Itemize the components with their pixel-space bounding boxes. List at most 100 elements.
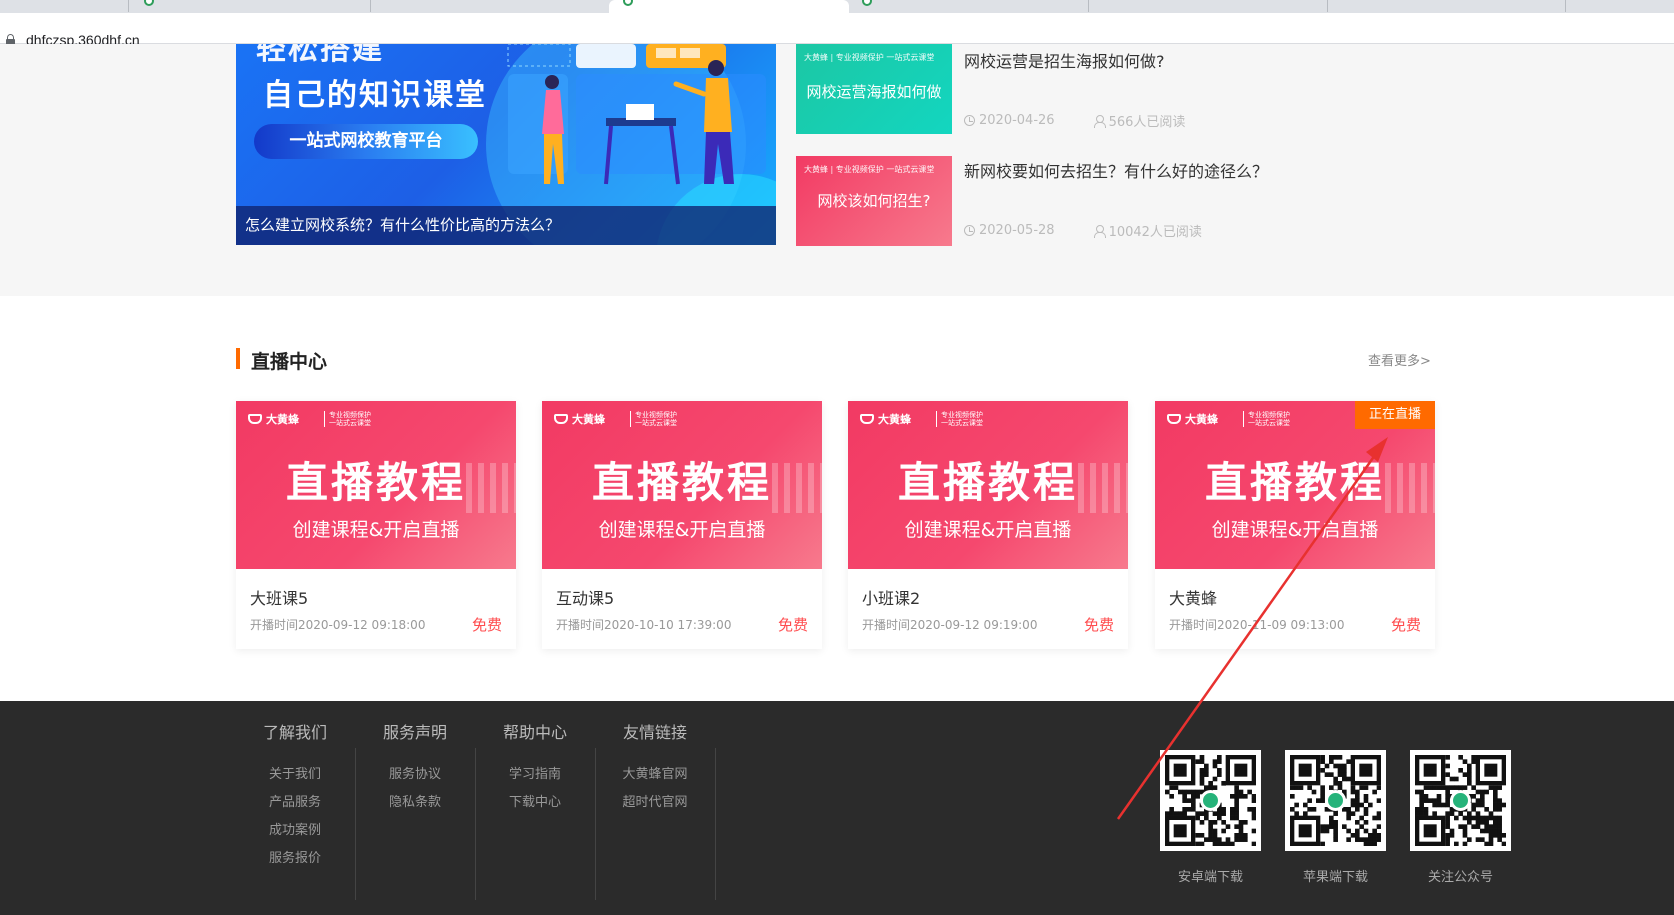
footer-column-service: 服务声明 服务协议 隐私条款 xyxy=(355,720,475,821)
footer-link[interactable]: 学习指南 xyxy=(475,765,595,793)
tab-divider xyxy=(1327,0,1328,12)
news-date: 2020-04-26 xyxy=(979,113,1055,128)
footer-link[interactable]: 关于我们 xyxy=(235,765,355,793)
browser-tab-active[interactable] xyxy=(609,0,849,13)
footer-column-friends: 友情链接 大黄蜂官网 超时代官网 xyxy=(595,720,715,821)
tab-favicon-icon[interactable] xyxy=(144,0,154,6)
footer-link[interactable]: 隐私条款 xyxy=(355,793,475,821)
cover-brand-sub: 专业视频保护 一站式云课堂 xyxy=(630,411,677,427)
tab-divider xyxy=(1088,0,1089,12)
footer-link[interactable]: 下载中心 xyxy=(475,793,595,821)
news-meta: 2020-05-28 10042人已阅读 xyxy=(964,221,1202,240)
qr-label: 关注公众号 xyxy=(1427,870,1493,885)
tab-favicon-icon xyxy=(623,0,633,6)
course-card[interactable]: 大黄蜂 专业视频保护 一站式云课堂 直播教程 创建课程&开启直播 小班课2 开播… xyxy=(848,401,1128,649)
tab-divider xyxy=(128,0,129,12)
qr-code-wechat xyxy=(1410,750,1511,851)
wechat-account-icon xyxy=(1450,790,1471,811)
course-name[interactable]: 小班课2 xyxy=(862,585,920,609)
course-price: 免费 xyxy=(777,616,808,634)
footer-column-heading: 服务声明 xyxy=(382,723,447,742)
thumbnail-title: 网校运营海报如何做 xyxy=(806,83,942,101)
course-name[interactable]: 大班课5 xyxy=(250,585,308,609)
course-price: 免费 xyxy=(471,616,502,634)
graduation-cap-icon xyxy=(860,414,874,424)
banner-illustration xyxy=(507,44,766,185)
course-cover[interactable]: 大黄蜂 专业视频保护 一站式云课堂 直播教程 创建课程&开启直播 xyxy=(542,401,822,569)
banner-caption[interactable]: 怎么建立网校系统？有什么性价比高的方法么？ xyxy=(245,214,560,235)
section-accent-bar xyxy=(236,348,240,369)
cover-brand: 大黄蜂 xyxy=(860,411,911,427)
tab-divider xyxy=(1565,0,1566,12)
thumbnail-title: 网校该如何招生? xyxy=(817,192,931,210)
user-icon xyxy=(1093,224,1106,238)
cover-title: 直播教程 xyxy=(285,458,466,507)
course-name[interactable]: 互动课5 xyxy=(556,585,614,609)
course-cover[interactable]: 大黄蜂 专业视频保护 一站式云课堂 直播教程 创建课程&开启直播 xyxy=(236,401,516,569)
cover-brand: 大黄蜂 xyxy=(1167,411,1218,427)
cover-subtitle: 创建课程&开启直播 xyxy=(904,519,1072,541)
banner-headline-top: 轻松搭建 xyxy=(256,44,384,67)
news-reads: 566人已阅读 xyxy=(1108,115,1186,130)
cover-brand-sub: 专业视频保护 一站式云课堂 xyxy=(1243,411,1290,427)
cover-title: 直播教程 xyxy=(1204,458,1385,507)
course-cover[interactable]: 大黄蜂 专业视频保护 一站式云课堂 直播教程 创建课程&开启直播 xyxy=(848,401,1128,569)
section-title: 直播中心 xyxy=(251,351,328,373)
address-bar[interactable]: dhfczsp.360dhf.cn xyxy=(0,13,1674,48)
cover-subtitle: 创建课程&开启直播 xyxy=(598,519,766,541)
course-time: 开播时间2020-09-12 09:19:00 xyxy=(862,618,1038,632)
live-now-badge: 正在直播 xyxy=(1355,401,1435,429)
banner-pill: 一站式网校教育平台 xyxy=(254,124,478,159)
footer-link[interactable]: 服务报价 xyxy=(235,849,355,877)
cover-title: 直播教程 xyxy=(591,458,772,507)
news-date: 2020-05-28 xyxy=(979,223,1055,238)
android-app-icon xyxy=(1200,790,1221,811)
qr-label: 苹果端下载 xyxy=(1302,870,1368,885)
qr-code-ios xyxy=(1285,750,1386,851)
news-title[interactable]: 网校运营是招生海报如何做? xyxy=(964,48,1165,72)
thumbnail-brand: 大黄蜂 | 专业视频保护 一站式云课堂 xyxy=(804,53,935,62)
course-time: 开播时间2020-11-09 09:13:00 xyxy=(1169,618,1345,632)
footer-column-help: 帮助中心 学习指南 下载中心 xyxy=(475,720,595,821)
course-name[interactable]: 大黄蜂 xyxy=(1169,585,1217,609)
news-reads: 10042人已阅读 xyxy=(1108,225,1202,240)
course-price: 免费 xyxy=(1083,616,1114,634)
featured-banner[interactable]: 轻松搭建 自己的知识课堂 一站式网校教育平台 怎么建立网校系统？有什么性价比高的… xyxy=(236,44,776,245)
clock-icon xyxy=(964,225,975,236)
course-time: 开播时间2020-09-12 09:18:00 xyxy=(250,618,426,632)
qr-code-android xyxy=(1160,750,1261,851)
banner-headline: 自己的知识课堂 xyxy=(263,78,487,113)
cover-brand: 大黄蜂 xyxy=(554,411,605,427)
thumbnail-brand: 大黄蜂 | 专业视频保护 一站式云课堂 xyxy=(804,165,935,174)
footer-link[interactable]: 超时代官网 xyxy=(595,793,715,821)
course-card[interactable]: 大黄蜂 专业视频保护 一站式云课堂 直播教程 创建课程&开启直播 大班课5 开播… xyxy=(236,401,516,649)
footer-column-heading: 了解我们 xyxy=(262,723,327,742)
clock-icon xyxy=(964,115,975,126)
footer-divider xyxy=(715,748,716,900)
view-more-link[interactable]: 查看更多> xyxy=(1368,350,1431,369)
footer-link[interactable]: 产品服务 xyxy=(235,793,355,821)
cover-subtitle: 创建课程&开启直播 xyxy=(292,519,460,541)
footer-column-about: 了解我们 关于我们 产品服务 成功案例 服务报价 xyxy=(235,720,355,877)
footer-column-heading: 友情链接 xyxy=(622,723,687,742)
course-cover[interactable]: 大黄蜂 专业视频保护 一站式云课堂 直播教程 创建课程&开启直播 正在直播 xyxy=(1155,401,1435,569)
footer-link[interactable]: 大黄蜂官网 xyxy=(595,765,715,793)
browser-tab-strip xyxy=(0,0,1674,13)
course-price: 免费 xyxy=(1390,616,1421,634)
footer-link[interactable]: 服务协议 xyxy=(355,765,475,793)
news-title[interactable]: 新网校要如何去招生？有什么好的途径么？ xyxy=(964,158,1268,182)
cover-brand-sub: 专业视频保护 一站式云课堂 xyxy=(936,411,983,427)
graduation-cap-icon xyxy=(248,414,262,424)
qr-label: 安卓端下载 xyxy=(1177,870,1243,885)
course-card[interactable]: 大黄蜂 专业视频保护 一站式云课堂 直播教程 创建课程&开启直播 互动课5 开播… xyxy=(542,401,822,649)
news-thumbnail[interactable]: 大黄蜂 | 专业视频保护 一站式云课堂 网校该如何招生? xyxy=(796,156,952,246)
tab-favicon-icon[interactable] xyxy=(862,0,872,6)
graduation-cap-icon xyxy=(554,414,568,424)
news-thumbnail[interactable]: 大黄蜂 | 专业视频保护 一站式云课堂 网校运营海报如何做 xyxy=(796,44,952,134)
news-meta: 2020-04-26 566人已阅读 xyxy=(964,111,1185,130)
cover-title: 直播教程 xyxy=(897,458,1078,507)
footer-link[interactable]: 成功案例 xyxy=(235,821,355,849)
cover-brand: 大黄蜂 xyxy=(248,411,299,427)
footer-column-heading: 帮助中心 xyxy=(502,723,567,742)
course-card[interactable]: 大黄蜂 专业视频保护 一站式云课堂 直播教程 创建课程&开启直播 正在直播 大黄… xyxy=(1155,401,1435,649)
